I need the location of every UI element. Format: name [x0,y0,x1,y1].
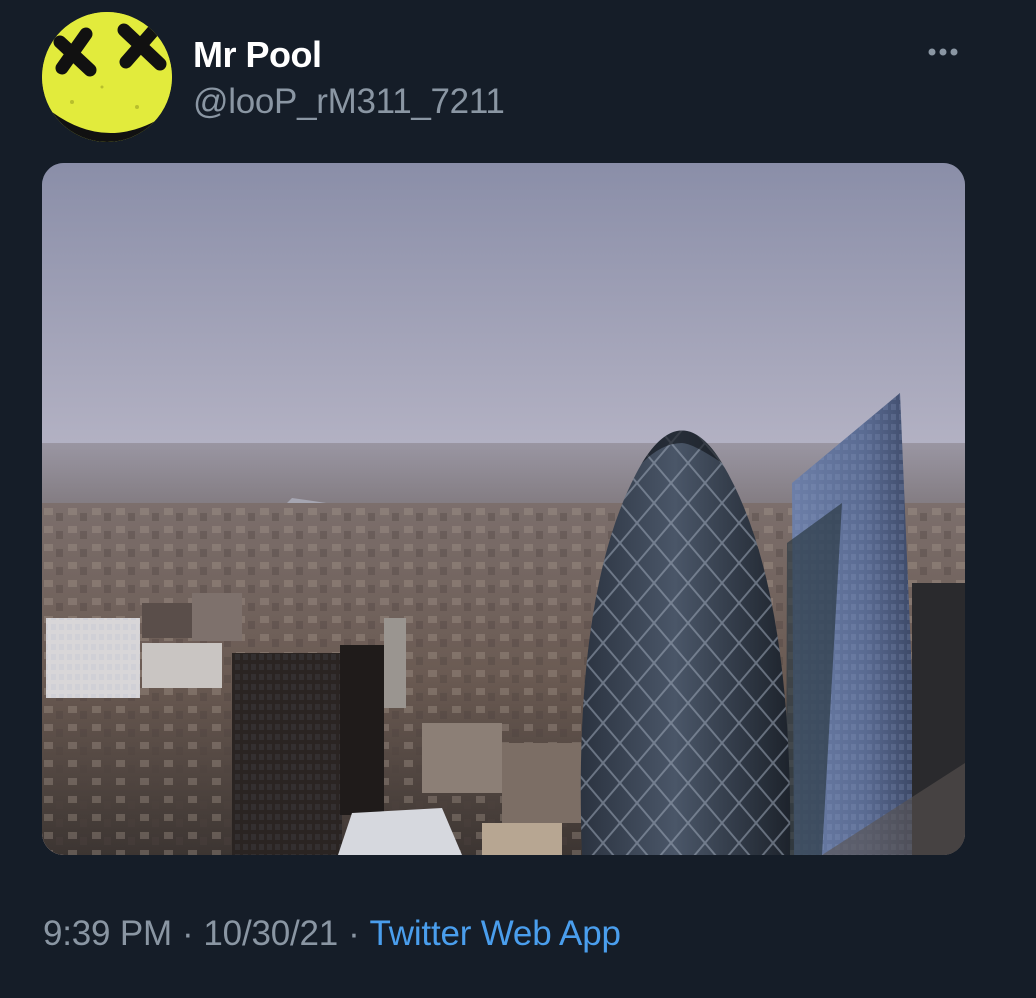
user-handle: @looP_rM311_7211 [193,82,505,121]
city-skyline-photo [42,163,965,855]
avatar[interactable] [42,12,172,142]
tweet-metadata: 9:39 PM · 10/30/21 · Twitter Web App [43,914,621,954]
tweet-date[interactable]: 10/30/21 [203,914,338,953]
tweet-media-image[interactable] [42,163,965,855]
yellow-smiley-x-eyes-icon [42,12,172,142]
more-horizontal-icon [928,48,958,56]
tweet-source-link[interactable]: Twitter Web App [370,914,621,953]
tweet-time: 9:39 PM [43,914,172,953]
separator-dot: · [181,914,194,953]
separator-dot: · [348,914,360,953]
more-button[interactable] [918,32,968,72]
tweet: Mr Pool @looP_rM311_7211 9:39 PM · 10/30… [0,0,1036,998]
display-name[interactable]: Mr Pool [193,34,322,76]
